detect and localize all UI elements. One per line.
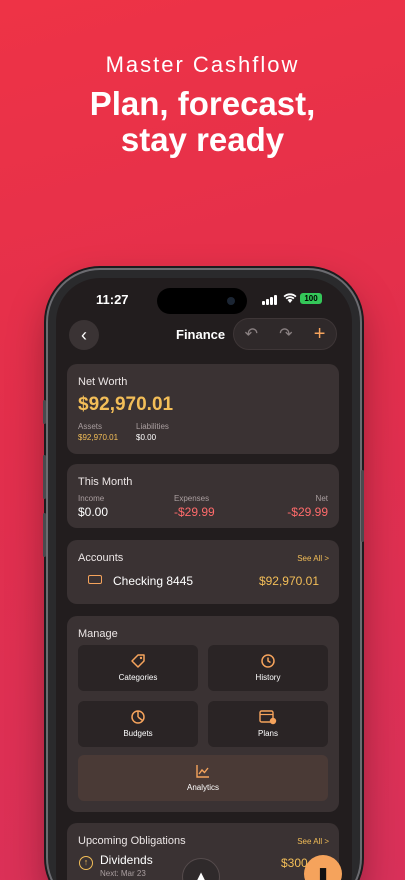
volume-down-button xyxy=(43,513,46,557)
net-worth-amount: $92,970.01 xyxy=(78,394,174,415)
back-icon: ‹ xyxy=(81,325,87,345)
net-label: Net xyxy=(315,494,328,503)
history-icon xyxy=(208,653,328,669)
accounts-card: Accounts See All > Checking 8445 $92,970… xyxy=(67,540,339,604)
arrow-up-circle-icon: ↑ xyxy=(79,856,93,870)
promo-title: Plan, forecast, stay ready xyxy=(0,86,405,158)
categories-label: Categories xyxy=(118,673,158,682)
bank-card-icon xyxy=(88,575,102,584)
liabilities-value: $0.00 xyxy=(136,433,157,442)
chat-bubble-icon: ▮ xyxy=(318,864,328,880)
undo-icon[interactable]: ↶ xyxy=(245,324,258,344)
expenses-label: Expenses xyxy=(174,494,210,503)
manage-title: Manage xyxy=(78,628,118,640)
volume-up-button xyxy=(43,455,46,499)
status-time: 11:27 xyxy=(96,292,129,307)
line-chart-icon xyxy=(78,763,328,779)
accounts-see-all-link[interactable]: See All > xyxy=(297,554,329,563)
back-button[interactable]: ‹ xyxy=(69,320,99,350)
silent-switch xyxy=(43,400,46,424)
wifi-icon xyxy=(283,292,297,307)
status-bar: 11:27 100 xyxy=(56,288,352,314)
plans-label: Plans xyxy=(257,729,278,738)
nav-actions: ↶ ↷ + xyxy=(233,318,337,350)
plus-icon[interactable]: + xyxy=(314,323,326,346)
promo-title-line1: Plan, forecast, xyxy=(89,85,316,122)
history-button[interactable]: History xyxy=(208,645,328,691)
promo-title-line2: stay ready xyxy=(120,121,285,158)
this-month-card[interactable]: This Month Income $0.00 Expenses -$29.99… xyxy=(67,464,339,528)
battery-indicator: 100 xyxy=(300,293,322,304)
accounts-title: Accounts xyxy=(78,552,124,564)
manage-card: Manage Categories History Budgets Plans … xyxy=(67,616,339,812)
this-month-title: This Month xyxy=(78,476,133,488)
calendar-icon xyxy=(208,709,328,725)
obligation-next-date: Next: Mar 23 xyxy=(100,869,146,878)
account-name: Checking 8445 xyxy=(113,574,194,588)
account-row[interactable]: Checking 8445 $92,970.01 xyxy=(67,570,339,596)
analytics-button[interactable]: Analytics xyxy=(78,755,328,801)
net-worth-card[interactable]: Net Worth $92,970.01 Assets $92,970.01 L… xyxy=(67,364,339,454)
power-button xyxy=(361,470,364,542)
obligation-name: Dividends xyxy=(100,853,153,867)
net-value: -$29.99 xyxy=(287,505,328,519)
redo-icon[interactable]: ↷ xyxy=(279,324,292,344)
account-balance: $92,970.01 xyxy=(258,574,319,588)
page-title: Finance xyxy=(176,327,226,342)
budgets-button[interactable]: Budgets xyxy=(78,701,198,747)
expenses-value: -$29.99 xyxy=(174,505,215,519)
income-value: $0.00 xyxy=(78,505,109,519)
dynamic-island xyxy=(157,288,247,314)
signal-icon xyxy=(262,295,277,305)
pie-chart-icon xyxy=(78,709,198,725)
phone-frame: 11:27 100 ‹ Finance ↶ ↷ + Net Worth $92,… xyxy=(43,270,364,880)
assets-label: Assets xyxy=(78,422,103,431)
net-worth-title: Net Worth xyxy=(78,376,128,388)
promo-subtitle: Master Cashflow xyxy=(105,52,300,77)
obligations-title: Upcoming Obligations xyxy=(78,835,186,847)
plans-button[interactable]: Plans xyxy=(208,701,328,747)
assets-value: $92,970.01 xyxy=(78,433,119,442)
tag-icon xyxy=(78,653,198,669)
triangle-logo-icon: ▲ xyxy=(192,867,210,880)
analytics-label: Analytics xyxy=(186,783,219,792)
obligations-see-all-link[interactable]: See All > xyxy=(297,837,329,846)
obligation-amount: $300 xyxy=(281,856,308,870)
history-label: History xyxy=(255,673,281,682)
budgets-label: Budgets xyxy=(123,729,153,738)
categories-button[interactable]: Categories xyxy=(78,645,198,691)
camera-icon xyxy=(227,297,235,305)
liabilities-label: Liabilities xyxy=(136,422,169,431)
app-screen: 11:27 100 ‹ Finance ↶ ↷ + Net Worth $92,… xyxy=(56,278,352,880)
income-label: Income xyxy=(78,494,105,503)
